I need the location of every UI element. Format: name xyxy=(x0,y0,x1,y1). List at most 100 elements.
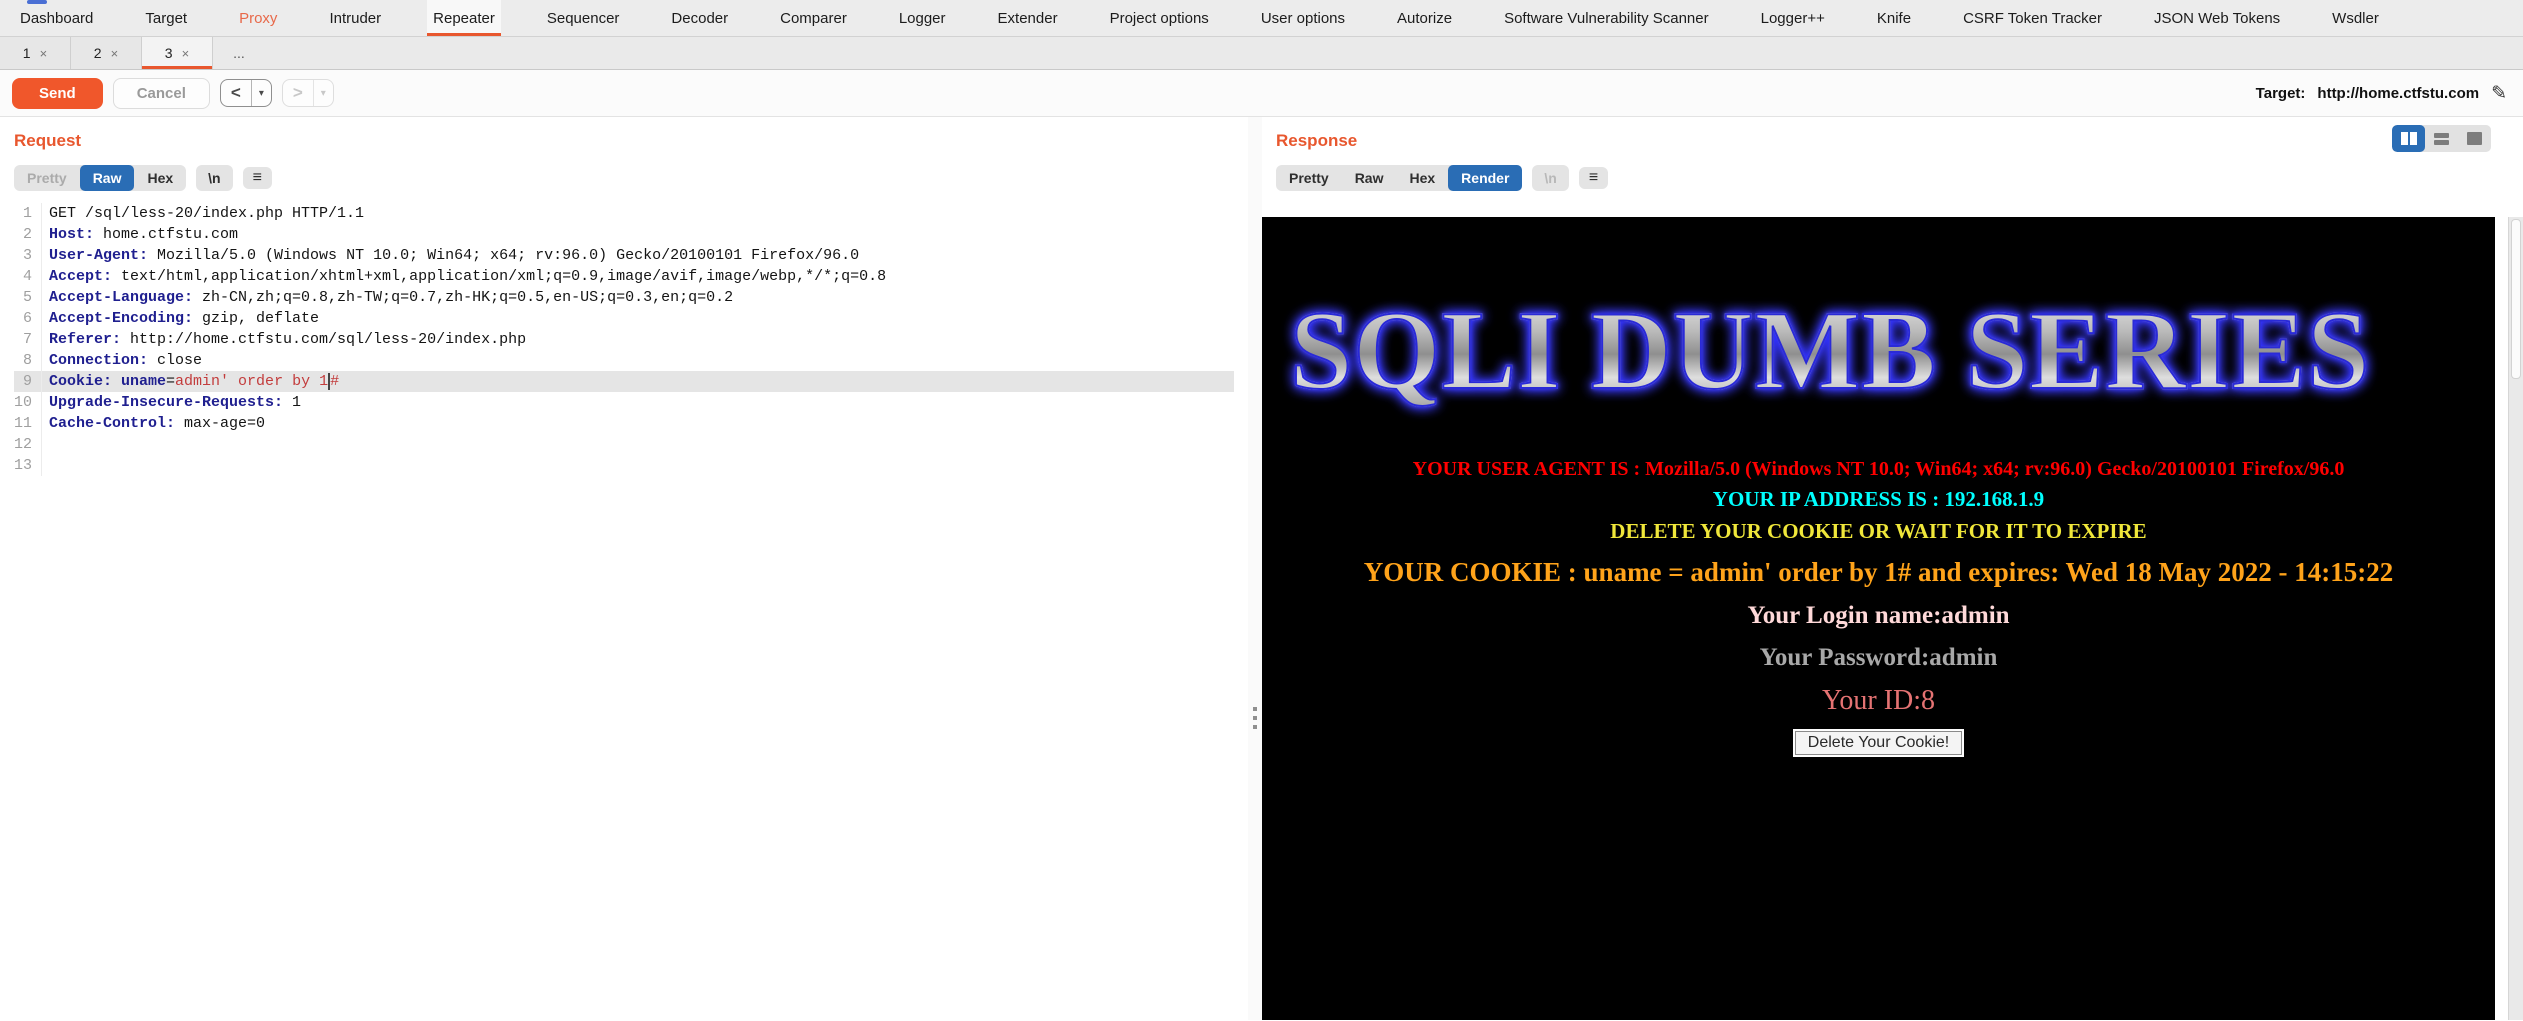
repeater-tab-row: 1 × 2 × 3 ×... xyxy=(0,37,2523,70)
cookie-value-line: YOUR COOKIE : uname = admin' order by 1#… xyxy=(1363,556,2394,587)
request-line-11[interactable]: 11 Cache-Control: max-age=0 xyxy=(14,413,1234,434)
response-view-tab-raw[interactable]: Raw xyxy=(1342,165,1397,191)
layout-switcher xyxy=(2392,125,2491,152)
line-number: 2 xyxy=(14,224,42,245)
hamburger-menu-icon[interactable]: ≡ xyxy=(1578,167,1609,189)
repeater-tab-2[interactable]: 2 × xyxy=(71,37,142,69)
menu-item-user-options[interactable]: User options xyxy=(1255,0,1351,36)
menu-item-repeater[interactable]: Repeater xyxy=(427,0,501,36)
request-line-10[interactable]: 10 Upgrade-Insecure-Requests: 1 xyxy=(14,392,1234,413)
main-menu-bar: Dashboard Target Proxy Intruder Repeater Sequ… xyxy=(0,0,2523,37)
menu-item-target[interactable]: Target xyxy=(139,0,193,36)
divider-drag-handle-icon[interactable] xyxy=(1253,707,1257,729)
layout-rows-button[interactable] xyxy=(2425,125,2458,152)
response-view-tab-pretty[interactable]: Pretty xyxy=(1276,165,1342,191)
login-name-line: Your Login name:admin xyxy=(1747,602,2010,630)
menu-item-decoder[interactable]: Decoder xyxy=(665,0,734,36)
line-number: 12 xyxy=(14,434,42,455)
menu-item-json-web-tokens[interactable]: JSON Web Tokens xyxy=(2148,0,2286,36)
edit-target-icon[interactable]: ✎ xyxy=(2491,82,2507,105)
history-back-button[interactable]: < ▾ xyxy=(219,79,272,107)
request-line-1[interactable]: 1 GET /sql/less-20/index.php HTTP/1.1 xyxy=(14,203,1234,224)
menu-item-extender[interactable]: Extender xyxy=(992,0,1064,36)
menu-item-software-vulnerability-scanner[interactable]: Software Vulnerability Scanner xyxy=(1498,0,1715,36)
hamburger-menu-icon[interactable]: ≡ xyxy=(242,167,272,189)
request-view-tab-group: Pretty Raw Hex xyxy=(14,165,187,191)
response-scrollbar[interactable] xyxy=(2508,217,2523,1020)
line-text xyxy=(42,434,49,455)
menu-item-comparer[interactable]: Comparer xyxy=(774,0,853,36)
cookie-warning-line: DELETE YOUR COOKIE OR WAIT FOR IT TO EXP… xyxy=(1610,519,2147,544)
request-view-tab-hex[interactable]: Hex xyxy=(134,165,186,191)
request-pane: Request Pretty Raw Hex \n ≡ 1 GET /sql/less… xyxy=(0,117,1248,1020)
history-forward-button[interactable]: > ▾ xyxy=(281,79,334,107)
request-view-tab-raw[interactable]: Raw xyxy=(79,165,135,191)
menu-item-logger[interactable]: Logger++ xyxy=(1755,0,1831,36)
window-artifact xyxy=(27,0,47,4)
line-number: 3 xyxy=(14,245,42,266)
menu-item-dashboard[interactable]: Dashboard xyxy=(14,0,99,36)
new-tab-button[interactable]: ... xyxy=(213,37,265,69)
line-text: User-Agent: Mozilla/5.0 (Windows NT 10.0… xyxy=(49,247,860,264)
line-text: Accept: text/html,application/xhtml+xml,… xyxy=(49,268,887,285)
request-editor[interactable]: 1 GET /sql/less-20/index.php HTTP/1.1 2 Hos… xyxy=(14,203,1234,476)
response-rendered-lines: YOUR USER AGENT IS : Mozilla/5.0 (Window… xyxy=(1262,456,2495,720)
line-text: Cookie: uname=admin' order by 1 # xyxy=(49,373,340,390)
request-line-3[interactable]: 3 User-Agent: Mozilla/5.0 (Windows NT 10.… xyxy=(14,245,1234,266)
request-title: Request xyxy=(14,131,82,150)
line-number: 1 xyxy=(14,203,42,224)
layout-columns-button[interactable] xyxy=(2392,125,2425,152)
rendered-response: SQLI DUMB SERIES YOUR USER AGENT IS : Mo… xyxy=(1262,217,2523,1020)
request-line-12[interactable]: 12 xyxy=(14,434,1234,455)
response-view-tabs: Pretty Raw Hex Render \n ≡ xyxy=(1276,165,2509,191)
request-view-tabs: Pretty Raw Hex \n ≡ xyxy=(14,165,1234,191)
cancel-button[interactable]: Cancel xyxy=(112,77,210,109)
menu-item-intruder[interactable]: Intruder xyxy=(323,0,387,36)
menu-item-knife[interactable]: Knife xyxy=(1871,0,1917,36)
menu-item-proxy[interactable]: Proxy xyxy=(233,0,283,36)
target-url: http://home.ctfstu.com xyxy=(2317,84,2480,102)
response-title: Response xyxy=(1276,131,1358,150)
repeater-tab-label: 3 xyxy=(164,45,173,61)
delete-cookie-button[interactable]: Delete Your Cookie! xyxy=(1792,729,1965,758)
line-number: 13 xyxy=(14,455,42,476)
close-tab-icon[interactable]: × xyxy=(111,46,119,61)
menu-item-logger[interactable]: Logger xyxy=(893,0,952,36)
repeater-tab-3[interactable]: 3 × xyxy=(142,37,213,69)
repeater-tab-1[interactable]: 1 × xyxy=(0,37,71,69)
line-number: 4 xyxy=(14,266,42,287)
request-view-tab-pretty[interactable]: Pretty xyxy=(14,165,80,191)
menu-item-autorize[interactable]: Autorize xyxy=(1391,0,1458,36)
chevron-down-icon[interactable]: ▾ xyxy=(252,83,271,104)
line-number: 7 xyxy=(14,329,42,350)
request-line-9[interactable]: 9 Cookie: uname=admin' order by 1 # xyxy=(14,371,1234,392)
menu-item-csrf-token-tracker[interactable]: CSRF Token Tracker xyxy=(1957,0,2108,36)
response-show-newlines-button[interactable]: \n xyxy=(1532,165,1569,191)
pane-divider[interactable] xyxy=(1248,117,1262,1020)
response-view-tab-render[interactable]: Render xyxy=(1448,165,1523,191)
user-agent-line: YOUR USER AGENT IS : Mozilla/5.0 (Window… xyxy=(1412,458,2345,480)
repeater-toolbar: Send Cancel < ▾ > ▾ Target: http://home.… xyxy=(0,70,2523,117)
request-line-13[interactable]: 13 xyxy=(14,455,1234,476)
scrollbar-gap xyxy=(2495,217,2508,1020)
request-line-2[interactable]: 2 Host: home.ctfstu.com xyxy=(14,224,1234,245)
request-show-newlines-button[interactable]: \n xyxy=(196,165,233,191)
layout-single-button[interactable] xyxy=(2458,125,2491,152)
request-line-4[interactable]: 4 Accept: text/html,application/xhtml+xml… xyxy=(14,266,1234,287)
line-text: Host: home.ctfstu.com xyxy=(49,226,239,243)
request-response-split: Request Pretty Raw Hex \n ≡ 1 GET /sql/less… xyxy=(0,117,2523,1020)
repeater-tab-label: 2 xyxy=(93,45,102,61)
request-line-6[interactable]: 6 Accept-Encoding: gzip, deflate xyxy=(14,308,1234,329)
menu-item-sequencer[interactable]: Sequencer xyxy=(541,0,626,36)
close-tab-icon[interactable]: × xyxy=(182,46,190,61)
close-tab-icon[interactable]: × xyxy=(40,46,48,61)
send-button[interactable]: Send xyxy=(12,77,103,109)
scrollbar-thumb[interactable] xyxy=(2511,219,2521,379)
menu-item-project-options[interactable]: Project options xyxy=(1104,0,1215,36)
menu-item-wsdler[interactable]: Wsdler xyxy=(2326,0,2385,36)
response-view-tab-hex[interactable]: Hex xyxy=(1396,165,1448,191)
request-line-7[interactable]: 7 Referer: http://home.ctfstu.com/sql/les… xyxy=(14,329,1234,350)
request-line-5[interactable]: 5 Accept-Language: zh-CN,zh;q=0.8,zh-TW;q… xyxy=(14,287,1234,308)
line-text: Referer: http://home.ctfstu.com/sql/less… xyxy=(49,331,527,348)
request-line-8[interactable]: 8 Connection: close xyxy=(14,350,1234,371)
